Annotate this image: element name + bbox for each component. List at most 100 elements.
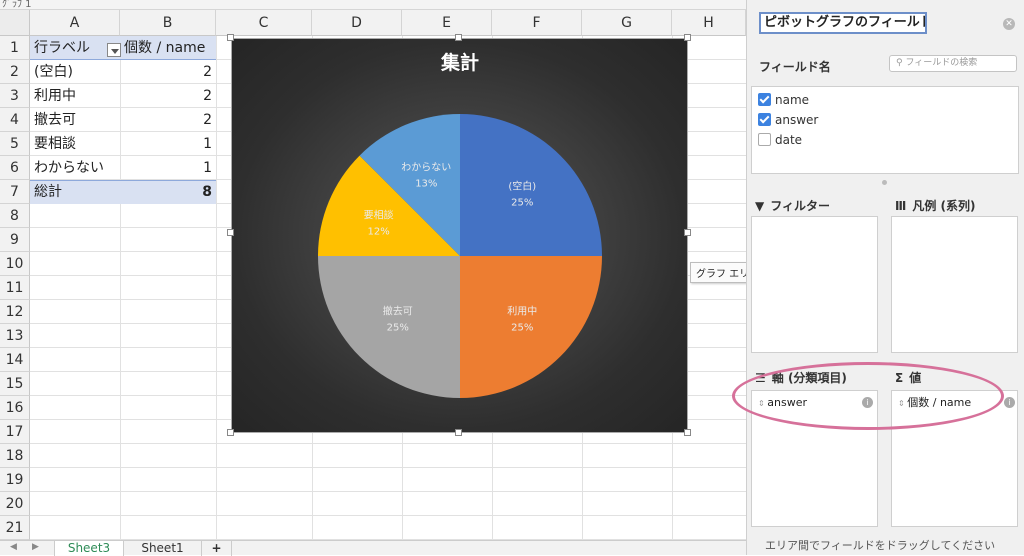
scroll-right-icon[interactable]: ▶ <box>32 542 39 552</box>
spreadsheet-grid[interactable]: A B C D E F G H 1 2 3 4 5 6 7 8 9 10 11 12 13 14 15 16 1… <box>0 10 746 540</box>
filter-section-header: ▼ フィルター <box>755 199 830 213</box>
row-header[interactable]: 11 <box>0 276 30 300</box>
sheet-tab-bar: ◀ ▶ Sheet3 Sheet1 + <box>0 540 746 556</box>
column-header-c[interactable]: C <box>216 10 312 36</box>
row-header[interactable]: 16 <box>0 396 30 420</box>
pivot-value-header[interactable]: 個数 / name <box>120 36 216 60</box>
filter-icon: ▼ <box>755 199 765 213</box>
slice-percent-label: 25% <box>387 322 409 333</box>
panel-title: ピボットグラフのフィールド <box>759 12 927 34</box>
resize-handle[interactable] <box>227 229 234 236</box>
highlight-annotation-oval <box>732 362 1004 430</box>
resize-handle[interactable] <box>227 429 234 436</box>
field-item-answer[interactable]: answer <box>758 113 818 127</box>
legend-section-header: Ⅲ 凡例 (系列) <box>895 199 976 213</box>
gridline <box>30 443 746 444</box>
slice-category-label: 利用中 <box>507 304 537 317</box>
pivot-total-label[interactable]: 総計 <box>30 180 120 204</box>
columns-icon: Ⅲ <box>895 199 907 213</box>
row-header[interactable]: 17 <box>0 420 30 444</box>
pie-chart-svg[interactable]: 集計 (空白) 25% 利用中 25% 撤去可 25% 要相談 12% わからない 13% <box>232 39 689 434</box>
row-header[interactable]: 9 <box>0 228 30 252</box>
pivot-row-value[interactable]: 1 <box>120 156 216 180</box>
row-header[interactable]: 4 <box>0 108 30 132</box>
field-list: name answer date <box>751 86 1019 174</box>
pivot-chart[interactable]: 集計 (空白) 25% 利用中 25% 撤去可 25% 要相談 12% わからない 13% <box>231 38 688 433</box>
column-header-h[interactable]: H <box>672 10 746 36</box>
pivot-row-label[interactable]: 要相談 <box>30 132 120 156</box>
column-header-a[interactable]: A <box>30 10 120 36</box>
pivot-row-value[interactable]: 2 <box>120 108 216 132</box>
row-header[interactable]: 1 <box>0 36 30 60</box>
resize-handle[interactable] <box>684 429 691 436</box>
row-header[interactable]: 14 <box>0 348 30 372</box>
column-header-g[interactable]: G <box>582 10 672 36</box>
gridline <box>30 467 746 468</box>
pivot-row-label[interactable]: 撤去可 <box>30 108 120 132</box>
field-search-input[interactable]: ⚲ フィールドの検索 <box>889 55 1017 72</box>
search-placeholder: フィールドの検索 <box>905 58 978 68</box>
pivot-row-value[interactable]: 2 <box>120 84 216 108</box>
pivot-total-value[interactable]: 8 <box>120 180 216 204</box>
row-header[interactable]: 10 <box>0 252 30 276</box>
drag-hint: エリア間でフィールドをドラッグしてください <box>765 539 996 552</box>
row-label-header-text: 行ラベル <box>34 40 90 56</box>
close-icon[interactable]: ✕ <box>1003 18 1015 30</box>
row-header[interactable]: 21 <box>0 516 30 540</box>
pivot-row-value[interactable]: 2 <box>120 60 216 84</box>
slice-category-label: 要相談 <box>364 208 394 221</box>
filter-dropdown-icon[interactable] <box>107 43 121 57</box>
field-item-date[interactable]: date <box>758 133 802 147</box>
row-header[interactable]: 2 <box>0 60 30 84</box>
resize-handle[interactable] <box>455 429 462 436</box>
resize-handle[interactable] <box>455 34 462 41</box>
row-header[interactable]: 15 <box>0 372 30 396</box>
field-item-name[interactable]: name <box>758 93 809 107</box>
slice-category-label: (空白) <box>508 180 536 193</box>
row-header[interactable]: 6 <box>0 156 30 180</box>
row-header[interactable]: 8 <box>0 204 30 228</box>
slice-percent-label: 25% <box>511 322 533 333</box>
select-all-corner[interactable] <box>0 10 30 36</box>
slice-percent-label: 25% <box>511 198 533 209</box>
field-name-label: フィールド名 <box>759 60 831 74</box>
row-header[interactable]: 7 <box>0 180 30 204</box>
tab-sheet1[interactable]: Sheet1 <box>124 541 202 556</box>
legend-drop-area[interactable] <box>891 216 1018 353</box>
chart-title[interactable]: 集計 <box>440 51 479 74</box>
column-header-f[interactable]: F <box>492 10 582 36</box>
pivot-row-label[interactable]: (空白) <box>30 60 120 84</box>
scroll-left-icon[interactable]: ◀ <box>10 542 17 552</box>
info-icon[interactable]: i <box>1004 397 1015 408</box>
resize-handle[interactable] <box>684 34 691 41</box>
column-header-b[interactable]: B <box>120 10 216 36</box>
resize-handle[interactable] <box>227 34 234 41</box>
row-header[interactable]: 19 <box>0 468 30 492</box>
filter-drop-area[interactable] <box>751 216 878 353</box>
add-sheet-button[interactable]: + <box>202 541 232 556</box>
slice-category-label: わからない <box>401 162 451 174</box>
pivot-row-label[interactable]: 利用中 <box>30 84 120 108</box>
pivot-row-label[interactable]: わからない <box>30 156 120 180</box>
name-box[interactable]: ｸﾞﾗﾌ 1 <box>2 0 32 10</box>
row-header[interactable]: 5 <box>0 132 30 156</box>
row-header[interactable]: 20 <box>0 492 30 516</box>
checkbox-checked[interactable] <box>758 93 771 106</box>
tab-sheet3[interactable]: Sheet3 <box>54 541 124 556</box>
resize-handle[interactable] <box>684 229 691 236</box>
slice-category-label: 撤去可 <box>383 304 413 317</box>
row-header[interactable]: 18 <box>0 444 30 468</box>
gridline <box>30 515 746 516</box>
checkbox-checked[interactable] <box>758 113 771 126</box>
pivot-chart-fields-panel: ピボットグラフのフィールド ✕ フィールド名 ⚲ フィールドの検索 name a… <box>746 0 1024 555</box>
row-header[interactable]: 12 <box>0 300 30 324</box>
splitter-handle[interactable] <box>882 180 887 185</box>
formula-bar: ｸﾞﾗﾌ 1 <box>0 0 746 10</box>
column-header-d[interactable]: D <box>312 10 402 36</box>
row-header[interactable]: 13 <box>0 324 30 348</box>
row-header[interactable]: 3 <box>0 84 30 108</box>
pivot-row-value[interactable]: 1 <box>120 132 216 156</box>
checkbox-unchecked[interactable] <box>758 133 771 146</box>
column-header-e[interactable]: E <box>402 10 492 36</box>
slice-percent-label: 13% <box>415 179 437 190</box>
